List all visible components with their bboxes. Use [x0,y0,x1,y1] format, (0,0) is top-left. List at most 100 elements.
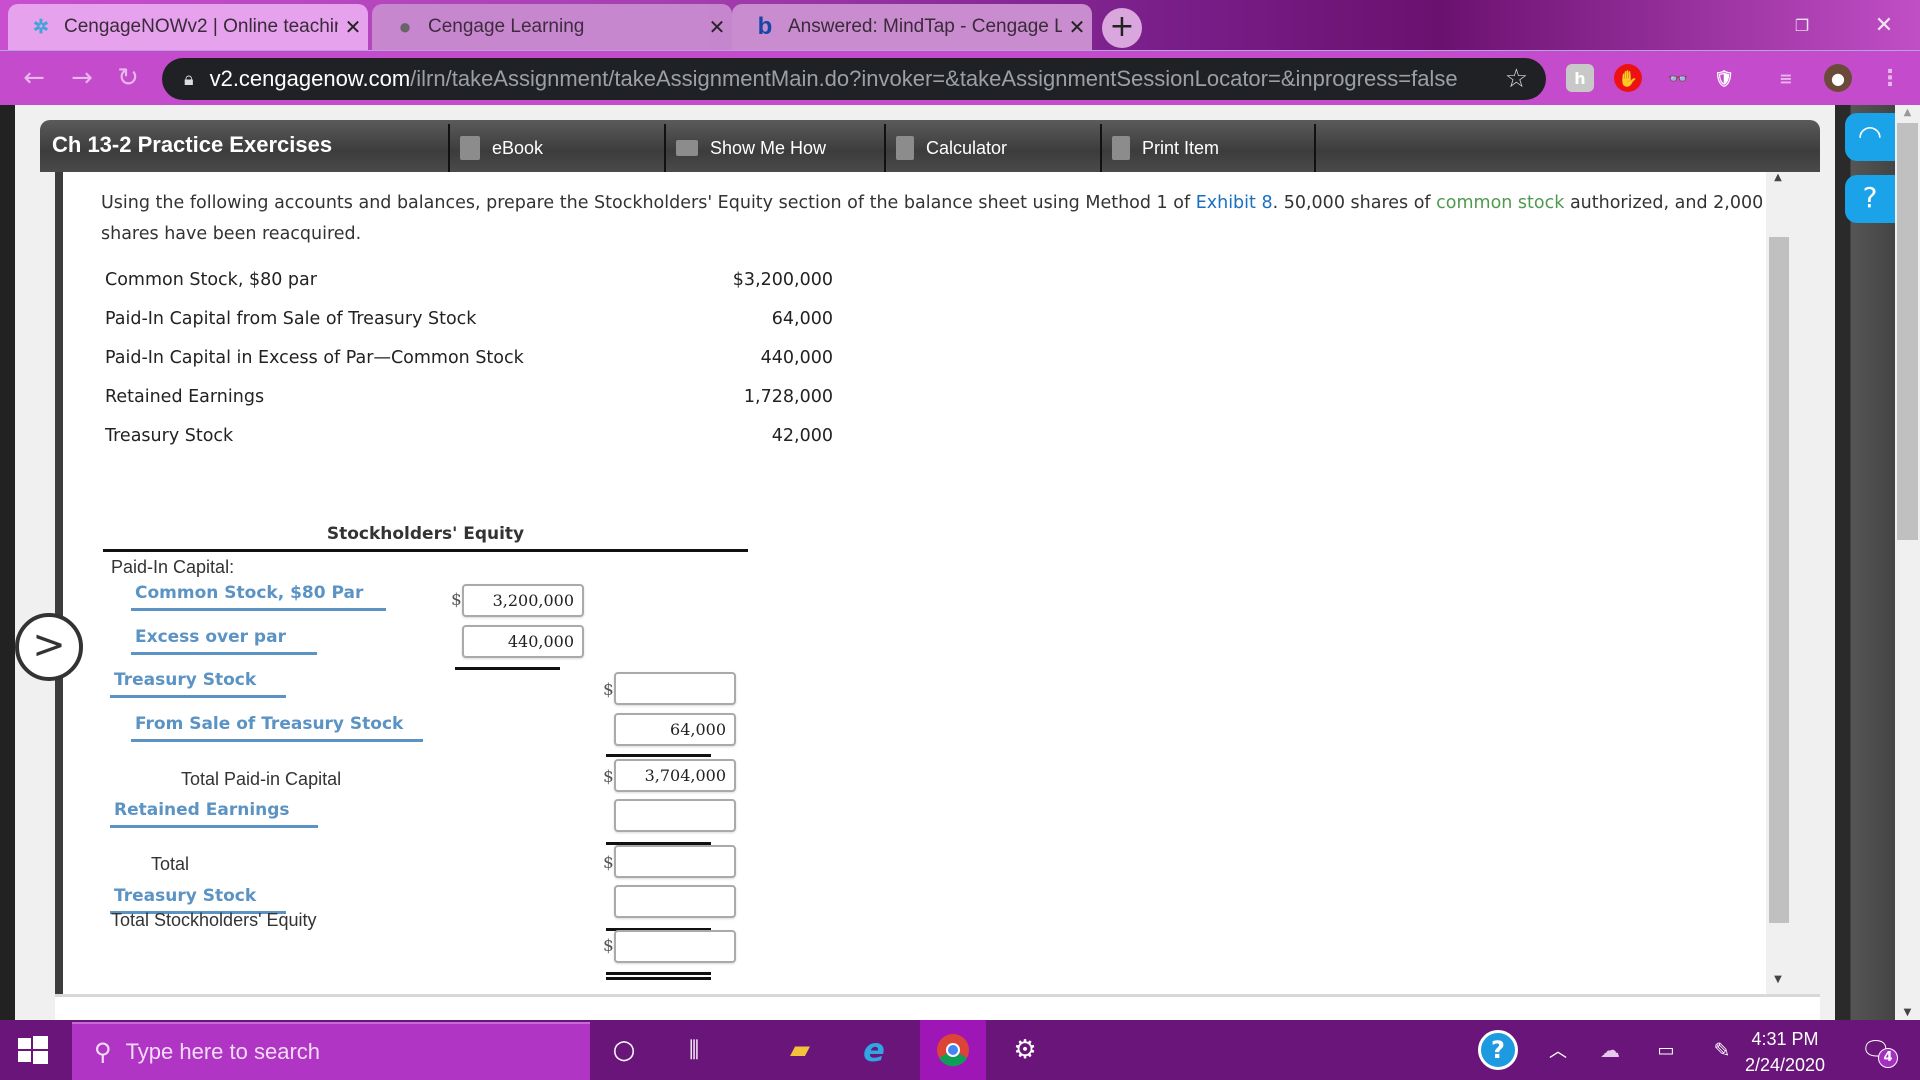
dollar-sign: $ [451,590,462,610]
chrome-taskbar-button[interactable] [920,1020,986,1080]
scroll-thumb[interactable] [1897,123,1918,540]
glossary-term-link[interactable]: common stock [1436,193,1564,213]
dollar-sign: $ [603,853,614,873]
profile-avatar[interactable]: ● [1824,64,1852,92]
from-sale-treasury-dropdown[interactable]: From Sale of Treasury Stock [131,714,423,742]
help-tray-icon[interactable]: ? [1478,1030,1518,1070]
start-button[interactable] [18,1036,48,1064]
file-explorer-icon[interactable]: ▰ [778,1028,822,1072]
address-bar[interactable]: 🔒︎ v2.cengagenow.com/ilrn/takeAssignment… [162,58,1546,100]
total-stockholders-equity-input[interactable] [614,930,736,963]
total-stockholders-equity-label: Total Stockholders' Equity [111,910,317,930]
calculator-icon [896,136,914,160]
adblock-extension-icon[interactable]: ✋ [1614,64,1642,92]
subtotal-rule [455,667,560,670]
treasury-stock-pic-dropdown[interactable]: Treasury Stock [110,670,286,698]
retained-earnings-dropdown[interactable]: Retained Earnings [110,800,318,828]
ebook-button[interactable]: eBook [448,124,664,172]
account-value: 42,000 [771,426,833,446]
support-headset-button[interactable]: ◠ [1845,113,1895,161]
media-control-icon[interactable]: ≡ [1772,64,1800,92]
taskbar-search[interactable]: ⚲ Type here to search [72,1022,590,1080]
account-value: $3,200,000 [732,270,833,290]
book-icon [460,136,480,160]
restore-window-button[interactable]: ❐ [1772,6,1832,46]
common-stock-dropdown[interactable]: Common Stock, $80 Par [131,583,386,611]
print-item-label: Print Item [1142,137,1220,158]
tab-title: Answered: MindTap - Cengage L [788,16,1062,37]
exhibit-link[interactable]: Exhibit 8 [1196,193,1273,213]
dollar-sign: $ [603,680,614,700]
show-me-how-button[interactable]: Show Me How [664,124,884,172]
browser-menu-icon[interactable]: ⋮ [1876,64,1904,92]
bookmark-star-icon[interactable]: ☆ [1505,64,1528,94]
treasury-stock-pic-amount-input[interactable] [614,672,736,705]
page-scrollbar[interactable]: ▲ ▼ [1895,105,1920,1020]
account-value: 440,000 [760,348,833,368]
right-rail [1835,105,1895,1020]
scroll-up-arrow[interactable]: ▲ [1766,172,1790,192]
account-value: 1,728,000 [743,387,833,407]
forward-button[interactable]: → [66,63,98,95]
close-window-button[interactable]: ✕ [1854,6,1914,46]
new-tab-button[interactable]: + [1102,8,1142,48]
question-prompt: Using the following accounts and balance… [101,188,1781,250]
common-stock-amount-input[interactable]: 3,200,000 [462,584,584,617]
total-amount-input[interactable] [614,845,736,878]
calculator-button[interactable]: Calculator [884,124,1100,172]
page: Ch 13-2 Practice Exercises eBook Show Me… [0,105,1920,1020]
lock-icon: 🔒︎ [184,68,194,90]
tab-cengage-learning[interactable]: ● Cengage Learning ✕ [372,4,732,50]
account-name: Common Stock, $80 par [105,270,317,290]
tab-cengagenow[interactable]: ✲ CengageNOWv2 | Online teachin ✕ [8,4,368,50]
cortana-icon[interactable]: ○ [602,1028,646,1072]
account-name: Treasury Stock [105,426,234,446]
scroll-thumb[interactable] [1769,237,1789,923]
left-edge-strip [0,105,15,1020]
action-center-icon[interactable]: 🗨 4 [1854,1028,1898,1072]
dollar-sign: $ [603,767,614,787]
print-item-button[interactable]: Print Item [1100,124,1316,172]
next-panel-button[interactable]: > [15,613,83,681]
reload-button[interactable]: ↻ [112,63,144,95]
from-sale-treasury-amount-input[interactable]: 64,000 [614,713,736,746]
help-button[interactable]: ? [1845,175,1895,223]
shield-extension-icon[interactable]: 🛡 [1710,64,1738,92]
close-tab-icon[interactable]: ✕ [702,15,732,40]
notification-count-badge: 4 [1878,1048,1898,1068]
windows-logo-icon [18,1036,48,1064]
internet-explorer-icon[interactable]: e [852,1028,896,1072]
task-view-icon[interactable]: ⫼ [672,1028,716,1072]
show-hidden-icons-chevron[interactable]: ︿ [1536,1028,1580,1072]
tab-title: CengageNOWv2 | Online teachin [64,16,338,37]
question-scrollbar[interactable]: ▲ ▼ [1766,172,1790,994]
excess-over-par-amount-input[interactable]: 440,000 [462,625,584,658]
headset-icon: ◠ [1857,119,1883,152]
close-tab-icon[interactable]: ✕ [338,15,368,40]
scroll-down-arrow[interactable]: ▼ [1895,1007,1920,1018]
total-paid-in-capital-input[interactable]: 3,704,000 [614,759,736,792]
avatar-extension-icon[interactable]: 👓 [1664,64,1692,92]
video-icon [676,140,698,156]
ebook-label: eBook [492,137,544,158]
assignment-card: Ch 13-2 Practice Exercises eBook Show Me… [40,120,1820,1020]
excess-over-par-dropdown[interactable]: Excess over par [131,627,317,655]
onedrive-error-icon[interactable]: ☁ [1588,1028,1632,1072]
settings-gear-icon[interactable]: ⚙ [1003,1028,1047,1072]
double-total-rule [606,972,711,980]
honey-extension-icon[interactable]: h [1566,64,1594,92]
retained-earnings-amount-input[interactable] [614,799,736,832]
clock-date: 2/24/2020 [1744,1055,1826,1075]
tab-answered-mindtap[interactable]: b Answered: MindTap - Cengage L ✕ [732,4,1092,50]
battery-icon[interactable]: ▭ [1644,1028,1688,1072]
back-button[interactable]: ← [18,63,50,95]
subtotal-rule [606,754,711,757]
treasury-stock-amount-input[interactable] [614,885,736,918]
close-tab-icon[interactable]: ✕ [1062,15,1092,40]
print-icon [1112,136,1130,160]
scroll-down-arrow[interactable]: ▼ [1766,974,1790,994]
scroll-up-arrow[interactable]: ▲ [1895,107,1920,118]
url-text: v2.cengagenow.com/ilrn/takeAssignment/ta… [209,66,1458,91]
system-clock[interactable]: 4:31 PM 2/24/2020 [1730,1026,1840,1078]
account-name: Paid-In Capital in Excess of Par—Common … [105,348,524,368]
